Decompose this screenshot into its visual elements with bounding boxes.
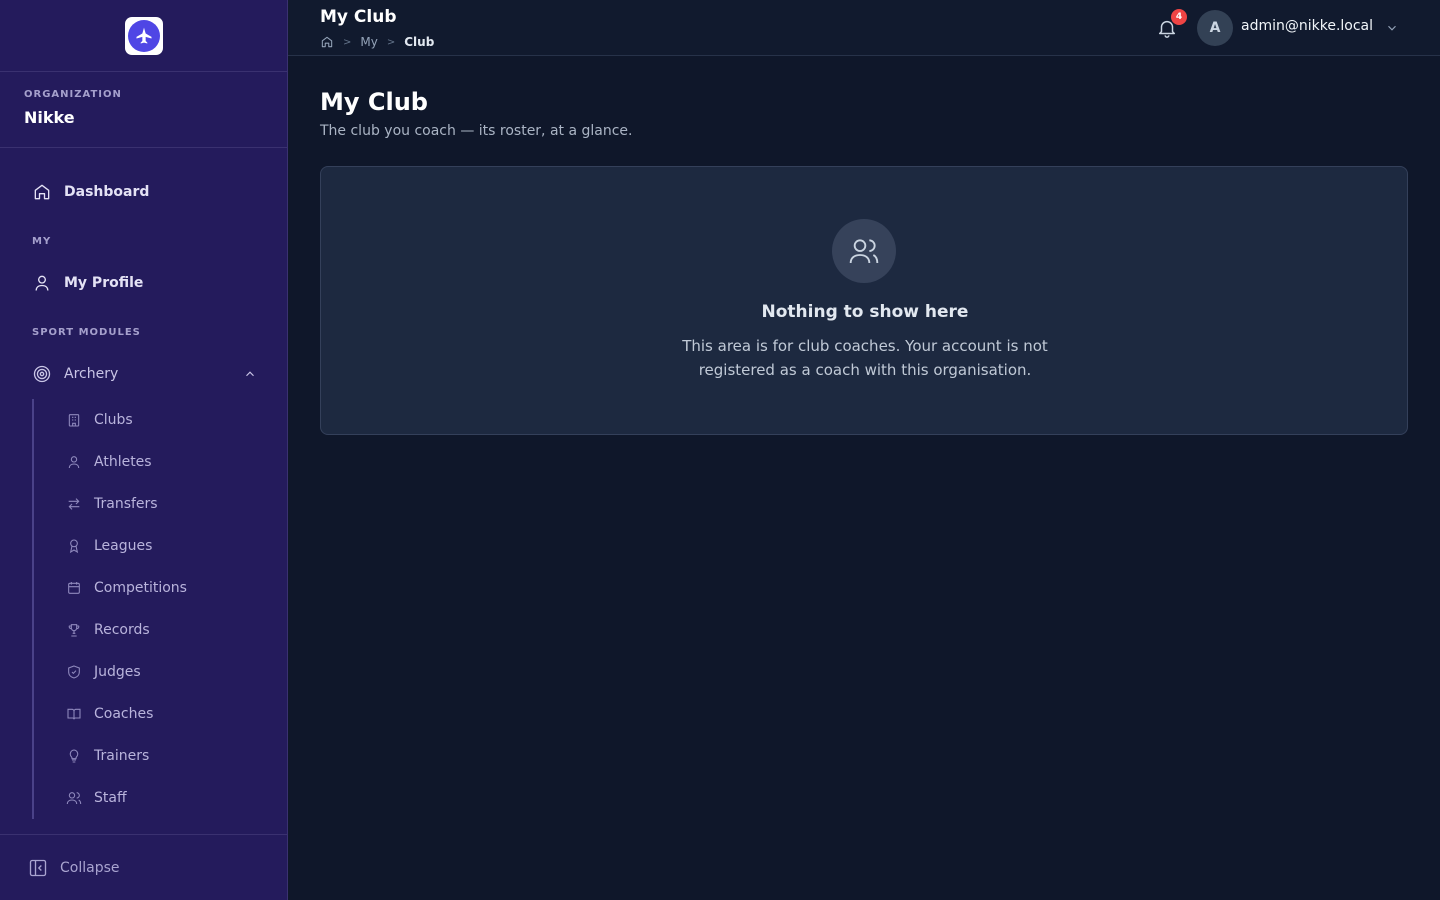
header-title: My Club [320, 7, 397, 27]
arrows-icon [68, 498, 80, 510]
sidebar-item-my-profile[interactable]: My Profile [0, 263, 287, 303]
sidebar-item-label: Coaches [94, 706, 154, 722]
sidebar-item-clubs[interactable]: Clubs [34, 399, 287, 441]
sidebar-item-leagues[interactable]: Leagues [34, 525, 287, 567]
empty-state-card: Nothing to show here This area is for cl… [320, 166, 1408, 435]
sidebar-item-athletes[interactable]: Athletes [34, 441, 287, 483]
main-content: My Club The club you coach — its roster,… [288, 56, 1440, 900]
user-email[interactable]: admin@nikke.local [1241, 18, 1373, 34]
page-subtitle: The club you coach — its roster, at a gl… [320, 123, 633, 139]
book-icon [67, 708, 81, 720]
sidebar-item-label: Clubs [94, 412, 133, 428]
home-icon[interactable] [320, 35, 334, 49]
building-icon [68, 414, 80, 427]
sidebar-item-archery[interactable]: Archery [0, 354, 287, 394]
trophy-icon [68, 624, 80, 637]
sidebar-item-label: Athletes [94, 454, 152, 470]
sidebar: ORGANIZATION Nikke Dashboard MY My Profi… [0, 0, 288, 900]
sidebar-item-label: Staff [94, 790, 127, 806]
sidebar-item-dashboard[interactable]: Dashboard [0, 172, 287, 212]
sidebar-item-label: Leagues [94, 538, 153, 554]
sidebar-item-label: Competitions [94, 580, 187, 596]
top-header: My Club > My > Club 4 A admin@nikke.loca… [288, 0, 1440, 56]
chevron-up-icon [246, 371, 254, 377]
sidebar-item-label: Archery [64, 366, 119, 382]
sidebar-nav: Dashboard MY My Profile SPORT MODULES Ar… [0, 148, 287, 834]
breadcrumb-item-my[interactable]: My [360, 35, 377, 49]
breadcrumb: > My > Club [320, 35, 434, 49]
award-icon [69, 539, 79, 554]
archery-submenu: Clubs Athletes Transfers Leagues Competi… [32, 399, 287, 819]
sidebar-item-judges[interactable]: Judges [34, 651, 287, 693]
page-title: My Club [320, 88, 428, 116]
section-label-sport-modules: SPORT MODULES [32, 327, 141, 338]
collapse-label: Collapse [60, 859, 120, 876]
sidebar-item-label: Transfers [94, 496, 158, 512]
avatar[interactable]: A [1197, 10, 1233, 46]
sidebar-item-label: Dashboard [64, 184, 150, 200]
empty-state-title: Nothing to show here [761, 302, 969, 322]
organization-label: ORGANIZATION [24, 89, 122, 100]
sidebar-item-label: My Profile [64, 275, 144, 291]
sidebar-item-label: Trainers [94, 748, 150, 764]
calendar-icon [68, 582, 80, 594]
user-icon [35, 275, 49, 291]
breadcrumb-item-current: Club [404, 35, 435, 49]
lightbulb-icon [69, 749, 79, 763]
users-icon [66, 792, 82, 805]
user-icon [68, 456, 80, 469]
organization-name[interactable]: Nikke [24, 108, 263, 127]
chevron-down-icon[interactable] [1385, 21, 1399, 35]
app-logo[interactable] [124, 16, 163, 55]
sidebar-item-staff[interactable]: Staff [34, 777, 287, 819]
sidebar-item-competitions[interactable]: Competitions [34, 567, 287, 609]
collapse-sidebar-button[interactable]: Collapse [0, 834, 287, 900]
sidebar-collapse-icon [29, 859, 47, 876]
sidebar-item-records[interactable]: Records [34, 609, 287, 651]
sidebar-item-label: Judges [94, 664, 141, 680]
home-icon [34, 184, 50, 200]
users-icon [832, 219, 896, 283]
sidebar-item-trainers[interactable]: Trainers [34, 735, 287, 777]
empty-state-text: This area is for club coaches. Your acco… [682, 337, 1048, 379]
breadcrumb-separator: > [386, 36, 396, 48]
shield-check-icon [68, 665, 80, 679]
sidebar-item-coaches[interactable]: Coaches [34, 693, 287, 735]
sidebar-item-transfers[interactable]: Transfers [34, 483, 287, 525]
plane-logo-icon [127, 19, 160, 52]
logo-area [0, 0, 287, 72]
sidebar-item-label: Records [94, 622, 150, 638]
breadcrumb-separator: > [343, 36, 352, 48]
section-label-my: MY [32, 236, 52, 247]
target-icon [33, 365, 51, 383]
notification-badge: 4 [1171, 9, 1187, 25]
organization-panel: ORGANIZATION Nikke [0, 72, 287, 148]
